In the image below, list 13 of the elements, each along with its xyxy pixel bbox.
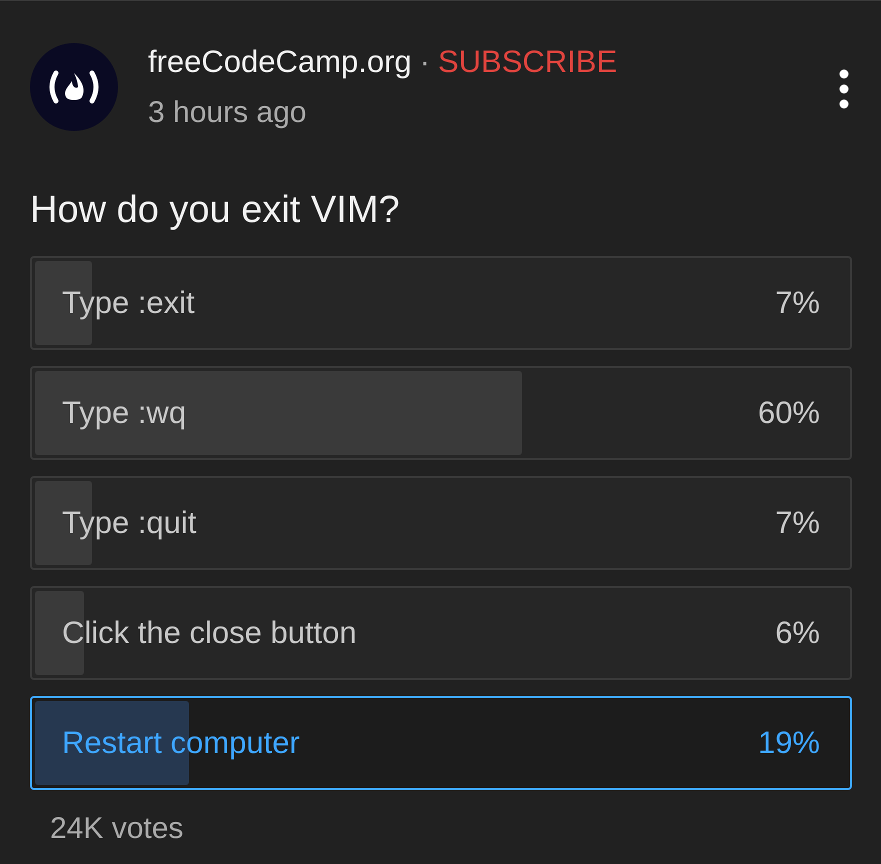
channel-name[interactable]: freeCodeCamp.org — [148, 44, 412, 80]
poll-option[interactable]: Type :wq 60% — [30, 366, 852, 460]
separator: · — [420, 44, 430, 80]
poll-option[interactable]: Type :quit 7% — [30, 476, 852, 570]
post-time: 3 hours ago — [148, 96, 308, 130]
vote-count: 24K votes — [50, 812, 184, 846]
more-icon[interactable] — [838, 69, 850, 109]
poll-option[interactable]: Click the close button 6% — [30, 586, 852, 680]
channel-avatar[interactable] — [30, 43, 118, 131]
poll-question: How do you exit VIM? — [30, 189, 401, 232]
subscribe-button[interactable]: SUBSCRIBE — [438, 44, 618, 80]
poll-option[interactable]: Type :exit 7% — [30, 256, 852, 350]
poll-option[interactable]: Restart computer 19% — [30, 696, 852, 790]
